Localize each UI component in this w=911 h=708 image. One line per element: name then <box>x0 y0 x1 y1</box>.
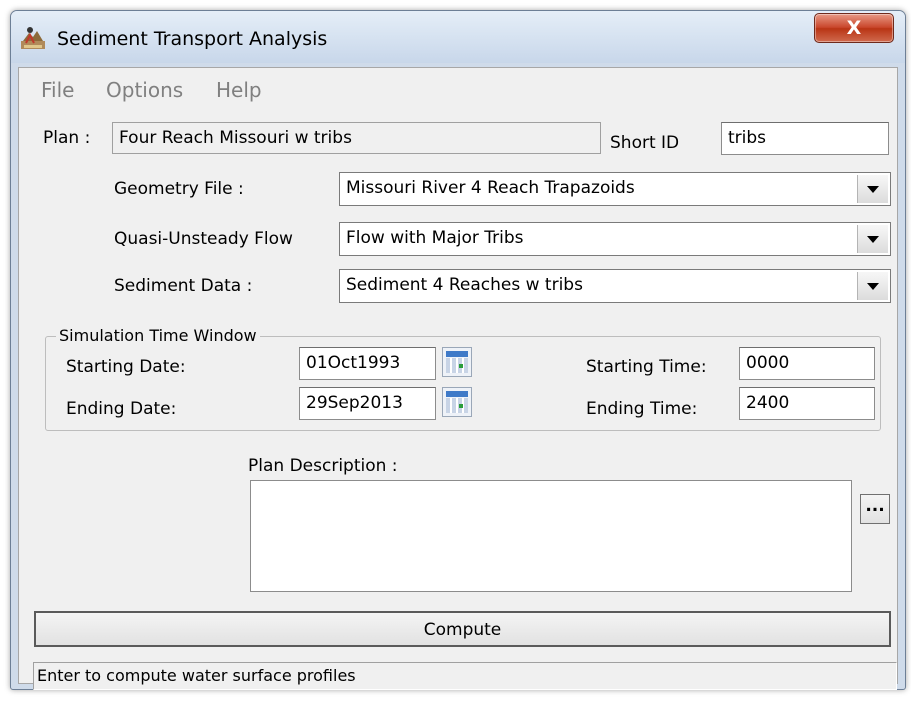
plan-description-label: Plan Description : <box>248 456 398 476</box>
simulation-time-window-legend: Simulation Time Window <box>56 326 260 345</box>
sediment-value: Sediment 4 Reaches w tribs <box>346 275 583 295</box>
menu-bar: File Options Help <box>19 72 897 106</box>
flow-select[interactable]: Flow with Major Tribs <box>339 222 891 256</box>
menu-options[interactable]: Options <box>106 78 183 102</box>
plan-title-field[interactable]: Four Reach Missouri w tribs <box>112 122 601 154</box>
window-title: Sediment Transport Analysis <box>57 28 328 50</box>
geometry-file-select[interactable]: Missouri River 4 Reach Trapazoids <box>339 172 891 206</box>
flow-value: Flow with Major Tribs <box>346 228 524 248</box>
chevron-down-icon[interactable] <box>857 225 888 253</box>
ending-time-field[interactable]: 2400 <box>739 387 875 420</box>
starting-time-label: Starting Time: <box>586 357 707 377</box>
sediment-label: Sediment Data : <box>114 276 253 296</box>
title-bar: Sediment Transport Analysis <box>11 11 905 63</box>
close-button[interactable]: X <box>814 13 894 43</box>
chevron-down-icon[interactable] <box>857 272 888 300</box>
plan-label: Plan : <box>43 128 91 148</box>
chevron-down-icon[interactable] <box>857 175 888 203</box>
short-id-field[interactable]: tribs <box>721 122 889 155</box>
short-id-label: Short ID <box>610 133 680 153</box>
starting-date-label: Starting Date: <box>66 357 186 377</box>
description-more-button[interactable]: ... <box>860 494 890 524</box>
sediment-app-icon <box>21 25 45 49</box>
ending-date-label: Ending Date: <box>66 399 177 419</box>
geometry-file-value: Missouri River 4 Reach Trapazoids <box>346 178 635 198</box>
plan-description-textarea[interactable] <box>250 480 852 592</box>
starting-time-field[interactable]: 0000 <box>739 347 875 380</box>
ending-date-field[interactable]: 29Sep2013 <box>299 387 436 420</box>
sediment-data-select[interactable]: Sediment 4 Reaches w tribs <box>339 269 891 303</box>
starting-date-field[interactable]: 01Oct1993 <box>299 347 436 380</box>
menu-help[interactable]: Help <box>216 78 262 102</box>
ending-date-calendar-icon[interactable] <box>442 387 472 417</box>
flow-label: Quasi-Unsteady Flow <box>114 229 293 249</box>
compute-button[interactable]: Compute <box>34 611 891 647</box>
menu-file[interactable]: File <box>41 78 74 102</box>
ending-time-label: Ending Time: <box>586 399 698 419</box>
starting-date-calendar-icon[interactable] <box>442 347 472 377</box>
geometry-label: Geometry File : <box>114 179 244 199</box>
status-bar: Enter to compute water surface profiles <box>33 662 897 690</box>
